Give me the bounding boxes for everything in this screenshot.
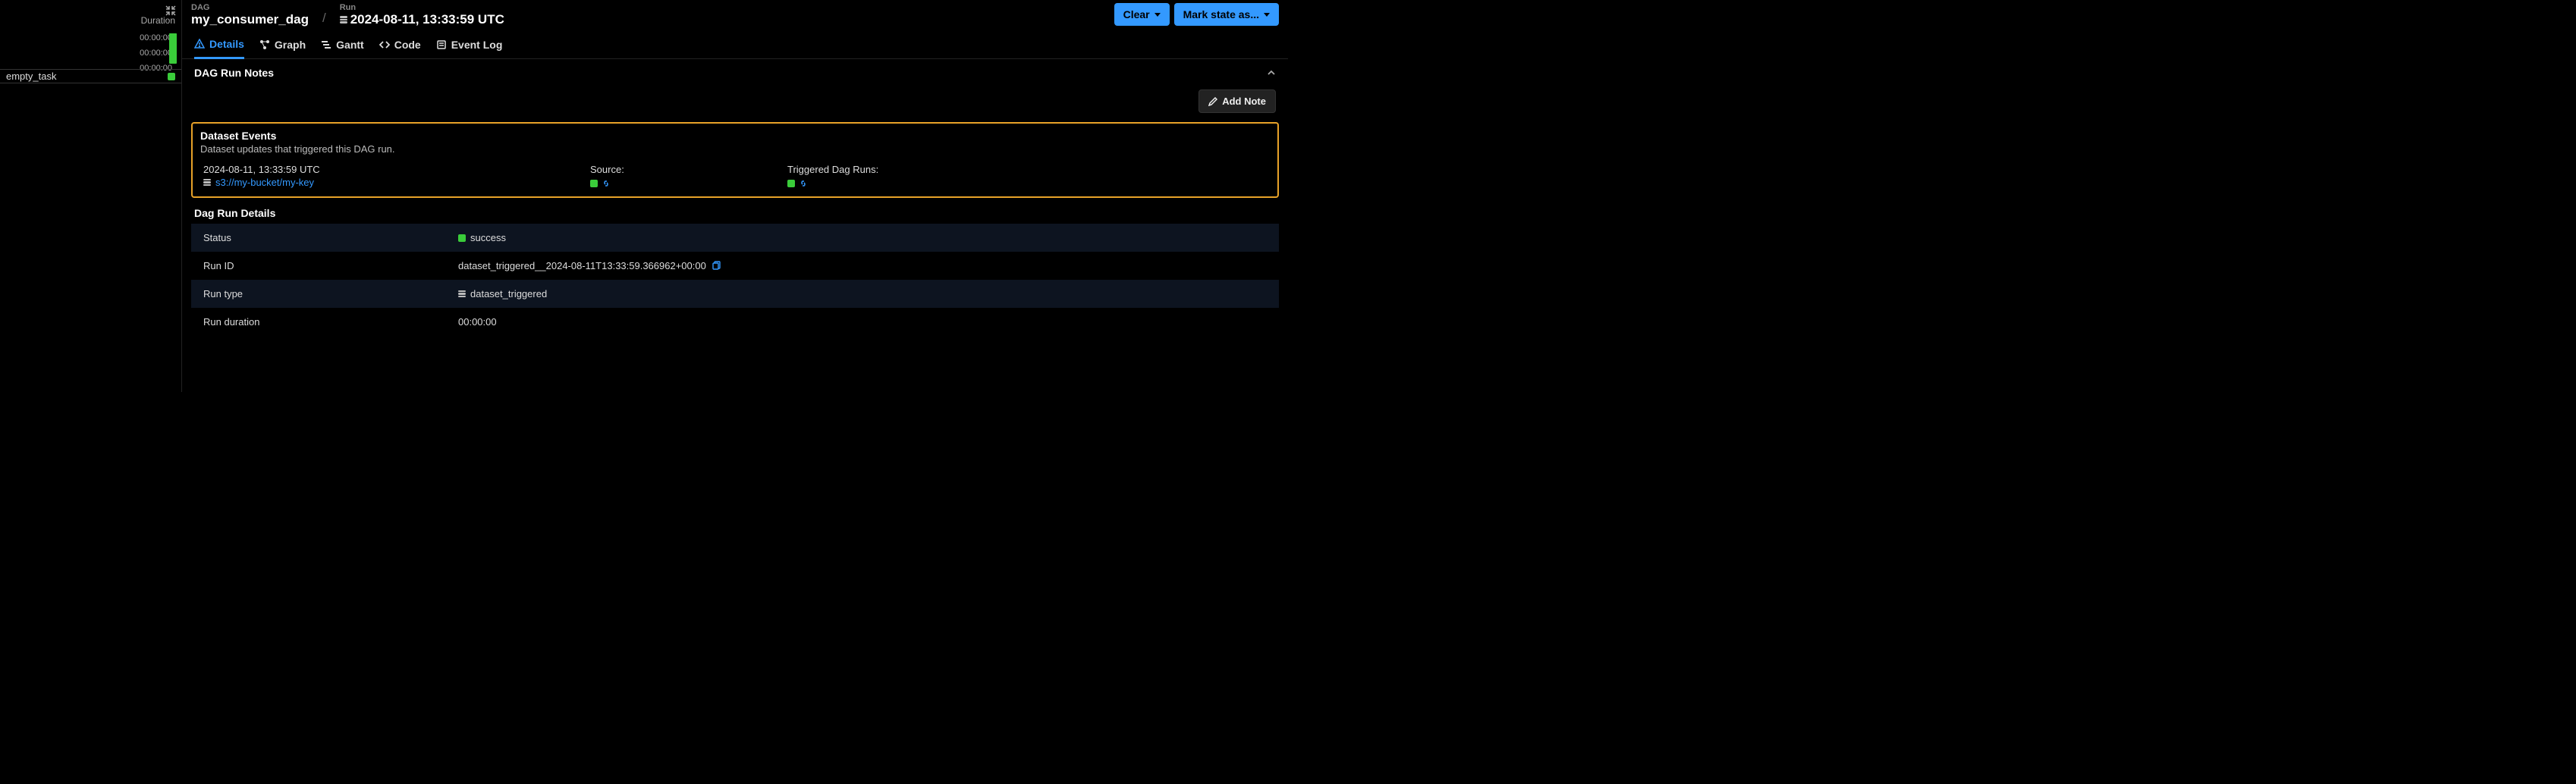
- details-panel: DAG my_consumer_dag / Run 2024-08-11, 13…: [182, 0, 1288, 392]
- caret-down-icon: [1154, 13, 1161, 17]
- breadcrumb-run-name[interactable]: 2024-08-11, 13:33:59 UTC: [350, 12, 504, 27]
- tab-graph[interactable]: Graph: [259, 38, 306, 58]
- notes-title: DAG Run Notes: [194, 67, 274, 79]
- dataset-icon: [458, 290, 466, 298]
- dataset-events-subtitle: Dataset updates that triggered this DAG …: [200, 143, 1270, 155]
- duration-label: Duration: [1, 15, 177, 26]
- duration-tick: 00:00:00: [140, 49, 172, 58]
- dataset-icon: [203, 179, 211, 187]
- clear-button[interactable]: Clear: [1114, 3, 1170, 26]
- dataset-events-title: Dataset Events: [200, 130, 1270, 142]
- warning-icon: [194, 39, 205, 49]
- tab-details-label: Details: [209, 38, 244, 50]
- task-status-square[interactable]: [168, 73, 175, 80]
- triggered-label: Triggered Dag Runs:: [787, 164, 1267, 175]
- dataset-uri-link[interactable]: s3://my-bucket/my-key: [215, 177, 314, 188]
- status-square: [590, 180, 598, 187]
- pencil-icon: [1208, 97, 1217, 106]
- dataset-event-row: 2024-08-11, 13:33:59 UTC s3://my-bucket/…: [200, 161, 1270, 192]
- grid-view-panel: Duration 00:00:00 00:00:00 00:00:00 empt…: [0, 0, 182, 392]
- content-scroll[interactable]: DAG Run Notes Add Note Dataset Events Da…: [182, 59, 1288, 392]
- tab-gantt-label: Gantt: [336, 39, 364, 51]
- mark-state-button[interactable]: Mark state as...: [1174, 3, 1279, 26]
- tab-code[interactable]: Code: [379, 38, 421, 58]
- header-bar: DAG my_consumer_dag / Run 2024-08-11, 13…: [182, 0, 1288, 27]
- detail-key: Run type: [203, 288, 458, 299]
- caret-down-icon: [1264, 13, 1270, 17]
- mark-state-button-label: Mark state as...: [1183, 8, 1259, 20]
- tab-details[interactable]: Details: [194, 38, 244, 59]
- dag-run-details-title: Dag Run Details: [191, 202, 1279, 224]
- eventlog-icon: [436, 39, 447, 50]
- detail-key: Run ID: [203, 260, 458, 271]
- breadcrumb-dag-name[interactable]: my_consumer_dag: [191, 12, 309, 27]
- status-square: [787, 180, 795, 187]
- tab-code-label: Code: [394, 39, 421, 51]
- dataset-event-time: 2024-08-11, 13:33:59 UTC: [203, 164, 590, 175]
- detail-row-status: Status success: [191, 224, 1279, 252]
- chevron-up-icon[interactable]: [1267, 68, 1276, 77]
- runduration-value: 00:00:00: [458, 316, 497, 328]
- breadcrumb: DAG my_consumer_dag / Run 2024-08-11, 13…: [191, 3, 504, 27]
- tab-eventlog[interactable]: Event Log: [436, 38, 503, 58]
- detail-row-runduration: Run duration 00:00:00: [191, 308, 1279, 336]
- duration-tick: 00:00:00: [140, 33, 172, 42]
- task-row[interactable]: empty_task: [0, 69, 181, 83]
- code-icon: [379, 39, 390, 50]
- breadcrumb-separator: /: [322, 11, 326, 27]
- status-value: success: [470, 232, 506, 243]
- breadcrumb-dag-label: DAG: [191, 3, 309, 12]
- tab-graph-label: Graph: [275, 39, 306, 51]
- add-note-label: Add Note: [1222, 96, 1266, 107]
- runtype-value: dataset_triggered: [470, 288, 547, 299]
- duration-chart: Duration 00:00:00 00:00:00 00:00:00: [1, 15, 177, 76]
- tab-gantt[interactable]: Gantt: [321, 38, 364, 58]
- copy-icon[interactable]: [711, 261, 721, 271]
- link-icon[interactable]: [601, 178, 611, 189]
- add-note-button[interactable]: Add Note: [1198, 89, 1276, 113]
- graph-icon: [259, 39, 270, 50]
- tab-eventlog-label: Event Log: [451, 39, 503, 51]
- status-square: [458, 234, 466, 242]
- duration-bar: [169, 33, 177, 64]
- breadcrumb-run-label: Run: [340, 3, 504, 12]
- source-label: Source:: [590, 164, 787, 175]
- detail-row-runtype: Run type dataset_triggered: [191, 280, 1279, 308]
- detail-key: Status: [203, 232, 458, 243]
- tabs: Details Graph Gantt Code Event Log: [182, 30, 1288, 59]
- dataset-icon: [340, 16, 347, 24]
- link-icon[interactable]: [798, 178, 809, 189]
- detail-key: Run duration: [203, 316, 458, 328]
- notes-section-header[interactable]: DAG Run Notes: [191, 59, 1279, 86]
- task-name: empty_task: [6, 71, 56, 82]
- clear-button-label: Clear: [1123, 8, 1150, 20]
- dataset-events-box: Dataset Events Dataset updates that trig…: [191, 122, 1279, 198]
- gantt-icon: [321, 39, 331, 50]
- detail-row-runid: Run ID dataset_triggered__2024-08-11T13:…: [191, 252, 1279, 280]
- runid-value: dataset_triggered__2024-08-11T13:33:59.3…: [458, 260, 706, 271]
